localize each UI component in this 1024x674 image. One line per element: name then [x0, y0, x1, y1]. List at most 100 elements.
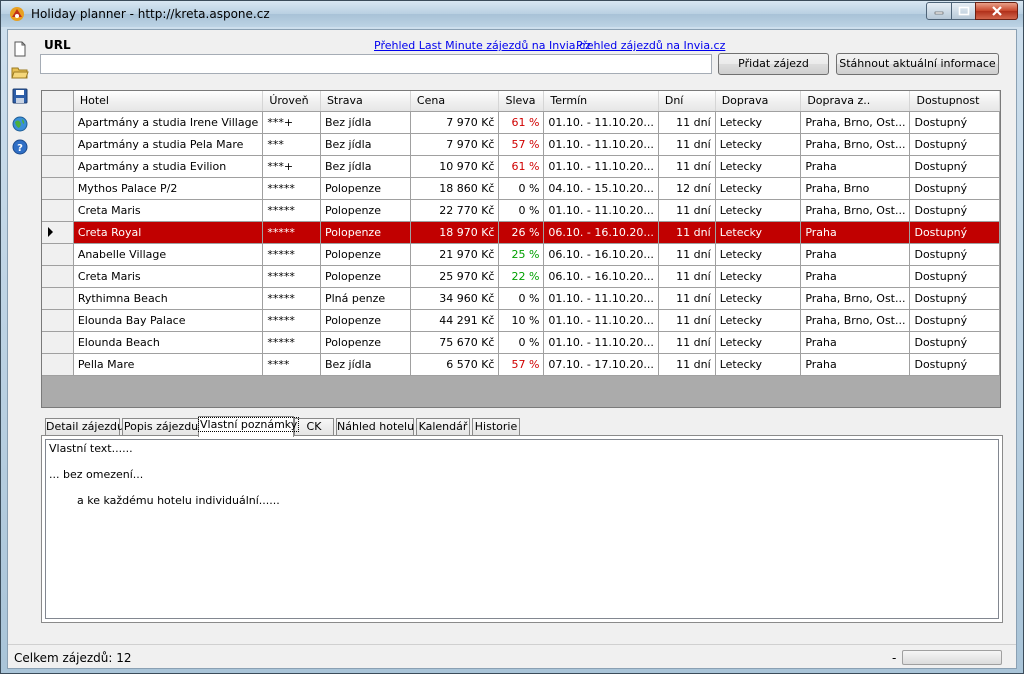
col-header-dostupnost[interactable]: Dostupnost [909, 91, 1000, 112]
notes-textarea[interactable]: Vlastní text...... ... bez omezení... a … [45, 439, 999, 619]
cell-doprava-z[interactable]: Praha [800, 243, 911, 266]
cell-strava[interactable]: Bez jídla [320, 155, 411, 178]
cell-strava[interactable]: Polopenze [320, 265, 411, 288]
cell-dostupnost[interactable]: Dostupný [909, 331, 1000, 354]
cell-termin[interactable]: 06.10. - 16.10.20... [543, 243, 659, 266]
globe-icon[interactable] [11, 115, 29, 133]
row-header[interactable] [42, 221, 74, 244]
cell-dostupnost[interactable]: Dostupný [909, 353, 1000, 376]
cell-cena[interactable]: 44 291 Kč [410, 309, 500, 332]
row-header[interactable] [42, 133, 74, 156]
cell-sleva[interactable]: 61 % [498, 111, 545, 134]
table-row[interactable]: Anabelle Village ***** Polopenze 21 970 Kč 2… [42, 243, 1000, 266]
cell-termin[interactable]: 06.10. - 16.10.20... [543, 265, 659, 288]
cell-doprava-z[interactable]: Praha, Brno, Ost... [800, 133, 911, 156]
cell-sleva[interactable]: 0 % [498, 287, 545, 310]
tab-detail-zajezdu[interactable]: Detail zájezdu [45, 418, 124, 436]
cell-dostupnost[interactable]: Dostupný [909, 287, 1000, 310]
cell-strava[interactable]: Polopenze [320, 221, 411, 244]
tab-ck[interactable]: CK [294, 418, 334, 436]
cell-uroven[interactable]: ***** [262, 287, 321, 310]
cell-uroven[interactable]: ***** [262, 243, 321, 266]
trips-grid[interactable]: Hotel Úroveň Strava Cena Sleva Termín Dn… [41, 90, 1001, 408]
cell-doprava[interactable]: Letecky [715, 331, 802, 354]
cell-dostupnost[interactable]: Dostupný [909, 133, 1000, 156]
row-header[interactable] [42, 309, 74, 332]
row-header[interactable] [42, 265, 74, 288]
cell-doprava-z[interactable]: Praha, Brno, Ost... [800, 199, 911, 222]
cell-dostupnost[interactable]: Dostupný [909, 177, 1000, 200]
cell-cena[interactable]: 7 970 Kč [410, 111, 500, 134]
row-header[interactable] [42, 353, 74, 376]
cell-dni[interactable]: 11 dní [658, 243, 716, 266]
cell-hotel[interactable]: Creta Maris [73, 199, 264, 222]
cell-dni[interactable]: 11 dní [658, 287, 716, 310]
row-header-corner[interactable] [42, 91, 74, 112]
cell-dni[interactable]: 12 dní [658, 177, 716, 200]
col-header-doprava[interactable]: Doprava [715, 91, 802, 112]
cell-dni[interactable]: 11 dní [658, 199, 716, 222]
zajezdy-link[interactable]: Přehled zájezdů na Invia.cz [576, 39, 725, 52]
cell-dni[interactable]: 11 dní [658, 331, 716, 354]
cell-cena[interactable]: 6 570 Kč [410, 353, 500, 376]
cell-sleva[interactable]: 0 % [498, 331, 545, 354]
cell-cena[interactable]: 18 860 Kč [410, 177, 500, 200]
row-header[interactable] [42, 111, 74, 134]
cell-termin[interactable]: 01.10. - 11.10.20... [543, 133, 659, 156]
tab-nahled-hotelu[interactable]: Náhled hotelu [336, 418, 414, 436]
cell-strava[interactable]: Bez jídla [320, 111, 411, 134]
cell-termin[interactable]: 06.10. - 16.10.20... [543, 221, 659, 244]
col-header-doprava-z[interactable]: Doprava z.. [800, 91, 911, 112]
cell-strava[interactable]: Plná penze [320, 287, 411, 310]
cell-dostupnost[interactable]: Dostupný [909, 243, 1000, 266]
tab-vlastni-poznamky[interactable]: Vlastní poznámky [197, 416, 300, 437]
row-header[interactable] [42, 199, 74, 222]
cell-strava[interactable]: Polopenze [320, 199, 411, 222]
cell-hotel[interactable]: Creta Maris [73, 265, 264, 288]
cell-dni[interactable]: 11 dní [658, 353, 716, 376]
cell-dni[interactable]: 11 dní [658, 133, 716, 156]
cell-strava[interactable]: Polopenze [320, 309, 411, 332]
col-header-termin[interactable]: Termín [543, 91, 659, 112]
cell-doprava-z[interactable]: Praha [800, 155, 911, 178]
cell-cena[interactable]: 21 970 Kč [410, 243, 500, 266]
cell-doprava-z[interactable]: Praha, Brno, Ost... [800, 111, 911, 134]
cell-sleva[interactable]: 57 % [498, 353, 545, 376]
cell-dni[interactable]: 11 dní [658, 309, 716, 332]
cell-cena[interactable]: 7 970 Kč [410, 133, 500, 156]
open-folder-icon[interactable] [11, 63, 29, 81]
row-header[interactable] [42, 243, 74, 266]
cell-termin[interactable]: 01.10. - 11.10.20... [543, 199, 659, 222]
cell-termin[interactable]: 01.10. - 11.10.20... [543, 287, 659, 310]
cell-strava[interactable]: Polopenze [320, 243, 411, 266]
cell-sleva[interactable]: 0 % [498, 199, 545, 222]
col-header-dni[interactable]: Dní [658, 91, 716, 112]
table-row[interactable]: Elounda Beach ***** Polopenze 75 670 Kč 0 % 0… [42, 331, 1000, 354]
title-bar[interactable]: Holiday planner - http://kreta.aspone.cz [1, 1, 1023, 27]
table-row[interactable]: Pella Mare **** Bez jídla 6 570 Kč 57 % 07.10… [42, 353, 1000, 376]
cell-termin[interactable]: 07.10. - 17.10.20... [543, 353, 659, 376]
cell-dostupnost[interactable]: Dostupný [909, 309, 1000, 332]
cell-cena[interactable]: 22 770 Kč [410, 199, 500, 222]
cell-uroven[interactable]: ***** [262, 331, 321, 354]
cell-dni[interactable]: 11 dní [658, 111, 716, 134]
row-header[interactable] [42, 177, 74, 200]
cell-uroven[interactable]: ***** [262, 177, 321, 200]
cell-uroven[interactable]: ***+ [262, 155, 321, 178]
cell-sleva[interactable]: 26 % [498, 221, 545, 244]
cell-uroven[interactable]: ***** [262, 199, 321, 222]
tab-kalendar[interactable]: Kalendář [416, 418, 470, 436]
cell-hotel[interactable]: Rythimna Beach [73, 287, 264, 310]
cell-uroven[interactable]: **** [262, 353, 321, 376]
cell-doprava-z[interactable]: Praha [800, 221, 911, 244]
cell-termin[interactable]: 01.10. - 11.10.20... [543, 331, 659, 354]
cell-hotel[interactable]: Anabelle Village [73, 243, 264, 266]
cell-dostupnost[interactable]: Dostupný [909, 265, 1000, 288]
cell-hotel[interactable]: Elounda Bay Palace [73, 309, 264, 332]
cell-cena[interactable]: 75 670 Kč [410, 331, 500, 354]
save-icon[interactable] [11, 87, 29, 105]
cell-uroven[interactable]: ***** [262, 221, 321, 244]
cell-doprava-z[interactable]: Praha, Brno [800, 177, 911, 200]
cell-cena[interactable]: 34 960 Kč [410, 287, 500, 310]
cell-strava[interactable]: Bez jídla [320, 133, 411, 156]
